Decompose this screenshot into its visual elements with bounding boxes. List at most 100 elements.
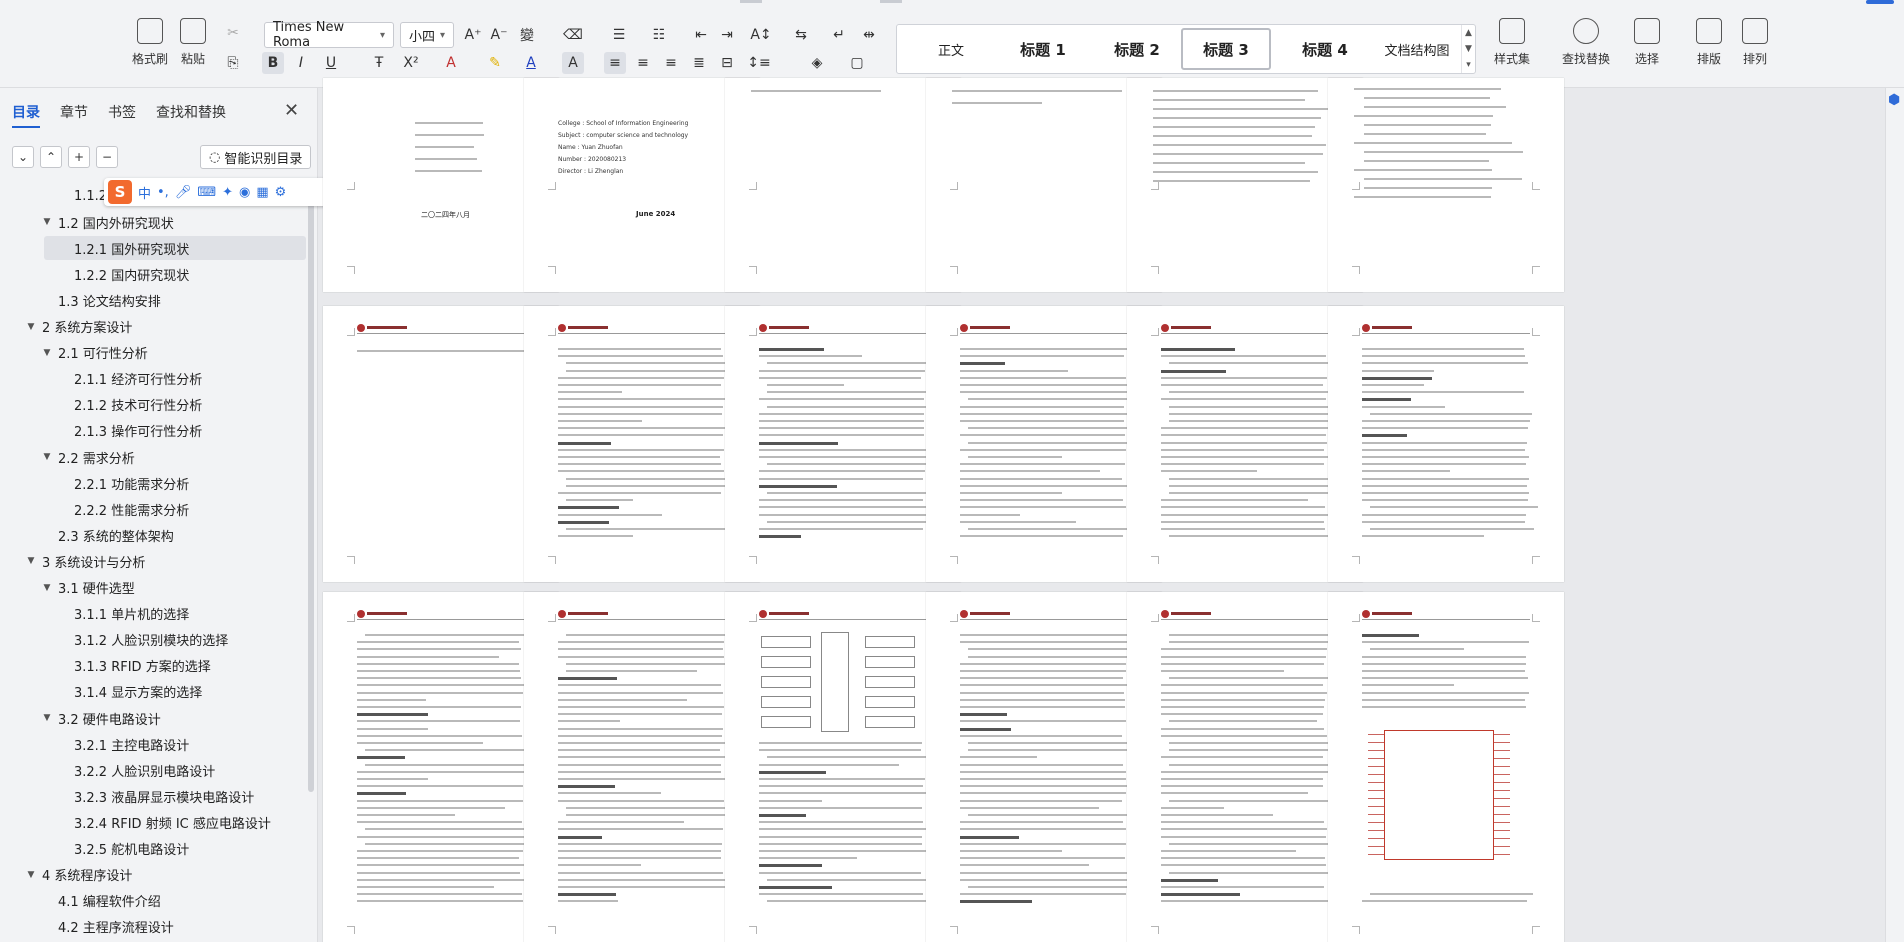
collapse-arrow-icon[interactable]: ▼ [40,217,54,227]
font-color-icon[interactable]: A [520,52,542,74]
ime-logo[interactable]: S [108,180,132,204]
align-right-button[interactable]: ≡ [660,52,682,74]
arrange-button[interactable]: 排列 [1742,18,1768,67]
text-layout-button[interactable]: 排版 [1696,18,1722,67]
cut-icon[interactable]: ✂ [222,22,244,44]
toc-item[interactable]: 3.2.2 人脸识别电路设计 [0,758,306,782]
close-icon[interactable]: ✕ [284,100,299,121]
toc-item[interactable]: 3.2.3 液晶屏显示模块电路设计 [0,784,306,808]
style-heading-3[interactable]: 标题 3 [1181,28,1271,70]
increase-indent-icon[interactable]: ⇥ [716,24,738,46]
style-heading-4[interactable]: 标题 4 [1283,25,1367,73]
toc-item[interactable]: 3.1.3 RFID 方案的选择 [0,654,306,678]
align-center-button[interactable]: ≡ [632,52,654,74]
select-button[interactable]: 选择 [1634,18,1660,67]
clear-format-icon[interactable]: ⌫ [562,24,584,46]
toc-item[interactable]: 2.2.1 功能需求分析 [0,471,306,495]
tab-toc[interactable]: 目录 [12,102,40,128]
tab-chapters[interactable]: 章节 [60,102,88,122]
collapse-arrow-icon[interactable]: ▼ [24,556,38,566]
expand-up-button[interactable]: ⌃ [40,146,62,168]
toc-item[interactable]: 2.1.1 经济可行性分析 [0,367,306,391]
toc-item[interactable]: 3.2.1 主控电路设计 [0,732,306,756]
remove-heading-button[interactable]: − [96,146,118,168]
shrink-font-icon[interactable]: A⁻ [488,24,510,46]
smart-toc-button[interactable]: ◌ 智能识别目录 [200,145,312,169]
style-set-button[interactable]: 样式集 [1494,18,1530,67]
shading-icon[interactable]: ◈ [806,52,828,74]
toc-item[interactable]: ▼ 3 系统设计与分析 [0,549,306,573]
collapse-arrow-icon[interactable]: ▼ [40,713,54,723]
toc-item[interactable]: 3.1.4 显示方案的选择 [0,680,306,704]
microphone-icon[interactable]: 🎤︎ [175,185,192,200]
style-heading-2[interactable]: 标题 2 [1095,25,1179,73]
text-effect-icon[interactable]: A [440,52,462,74]
collapse-arrow-icon[interactable]: ▼ [24,322,38,332]
toc-item[interactable]: 2.1.3 操作可行性分析 [0,419,306,443]
toc-item[interactable]: 3.1.2 人脸识别模块的选择 [0,628,306,652]
style-doc-map[interactable]: 文档结构图 [1371,25,1463,73]
toc-item[interactable]: 3.2.4 RFID 射频 IC 感应电路设计 [0,810,306,834]
toc-scrollbar[interactable] [308,192,314,792]
distribute-button[interactable]: ⊟ [716,52,738,74]
bold-button[interactable]: B [262,52,284,74]
justify-button[interactable]: ≣ [688,52,710,74]
collapse-arrow-icon[interactable]: ▼ [40,583,54,593]
toc-item[interactable]: 4.1 编程软件介绍 [0,889,306,913]
style-gallery-scroll[interactable]: ▲ ▼ ▾ [1461,25,1475,73]
superscript-button[interactable]: X² [400,52,422,74]
toc-item[interactable]: 3.2.5 舵机电路设计 [0,837,306,861]
add-heading-button[interactable]: + [68,146,90,168]
border-icon[interactable]: ▢ [846,52,868,74]
toc-item[interactable]: ▼ 2 系统方案设计 [0,315,306,339]
toc-item[interactable]: 3.1.1 单片机的选择 [0,602,306,626]
align-left-button[interactable]: ≡ [604,52,626,74]
skin-icon[interactable]: ✦ [222,185,233,200]
format-painter-button[interactable]: 格式刷 [132,18,168,67]
location-pin-icon[interactable]: ⬢ [1888,92,1903,110]
pinyin-icon[interactable]: 變 [516,24,538,46]
toc-item[interactable]: ▼ 4 系统程序设计 [0,863,306,887]
char-shading-icon[interactable]: A [562,52,584,74]
toc-item[interactable]: 2.2.2 性能需求分析 [0,497,306,521]
font-name-select[interactable]: Times New Roma ▾ [264,20,394,50]
toc-item[interactable]: ▼ 2.2 需求分析 [0,445,306,469]
underline-button[interactable]: U [320,52,342,74]
style-heading-1[interactable]: 标题 1 [1001,25,1085,73]
collapse-arrow-icon[interactable]: ▼ [24,870,38,880]
line-spacing-icon[interactable]: ↕≡ [747,52,770,74]
numbered-list-icon[interactable]: ☷ [648,24,670,46]
grow-font-icon[interactable]: A⁺ [462,24,484,46]
italic-button[interactable]: I [290,52,312,74]
grid-icon[interactable]: ▦ [256,185,268,200]
toc-item[interactable]: ▼ 3.2 硬件电路设计 [0,706,306,730]
punctuation-icon[interactable]: •, [157,185,169,200]
font-size-select[interactable]: 小四 ▾ [400,22,454,48]
keyboard-icon[interactable]: ⌨ [197,185,216,200]
toc-item[interactable]: 1.2.2 国内研究现状 [0,262,306,286]
document-canvas[interactable]: 二〇二四年八月 College : School of Information E… [319,78,1885,942]
sort-icon[interactable]: ⇆ [790,24,812,46]
toc-item[interactable]: ▼ 2.1 可行性分析 [0,341,306,365]
strikethrough-button[interactable]: Ŧ [368,52,390,74]
ime-lang[interactable]: 中 [138,183,151,202]
highlight-icon[interactable]: ✎ [484,52,506,74]
collapse-all-button[interactable]: ⌄ [12,146,34,168]
document-page[interactable] [1328,306,1564,582]
tab-find-replace[interactable]: 查找和替换 [156,102,226,122]
decrease-indent-icon[interactable]: ⇤ [690,24,712,46]
collapse-arrow-icon[interactable]: ▼ [40,452,54,462]
toc-item[interactable]: ▼ 1.2 国内外研究现状 [0,210,306,234]
toc-item[interactable]: ▼ 3.1 硬件选型 [0,576,306,600]
collapse-arrow-icon[interactable]: ▼ [40,348,54,358]
find-replace-button[interactable]: 查找替换 [1562,18,1610,67]
paste-button[interactable]: 粘贴 [180,18,206,67]
show-marks-icon[interactable]: ↵ [828,24,850,46]
toc-item[interactable]: 4.2 主程序流程设计 [0,915,306,939]
tab-marks-icon[interactable]: ⇹ [858,24,880,46]
bullet-list-icon[interactable]: ☰ [608,24,630,46]
tab-bookmarks[interactable]: 书签 [108,102,136,122]
style-normal[interactable]: 正文 [911,25,991,73]
document-page[interactable] [1328,78,1564,292]
copy-icon[interactable]: ⎘ [222,52,244,74]
